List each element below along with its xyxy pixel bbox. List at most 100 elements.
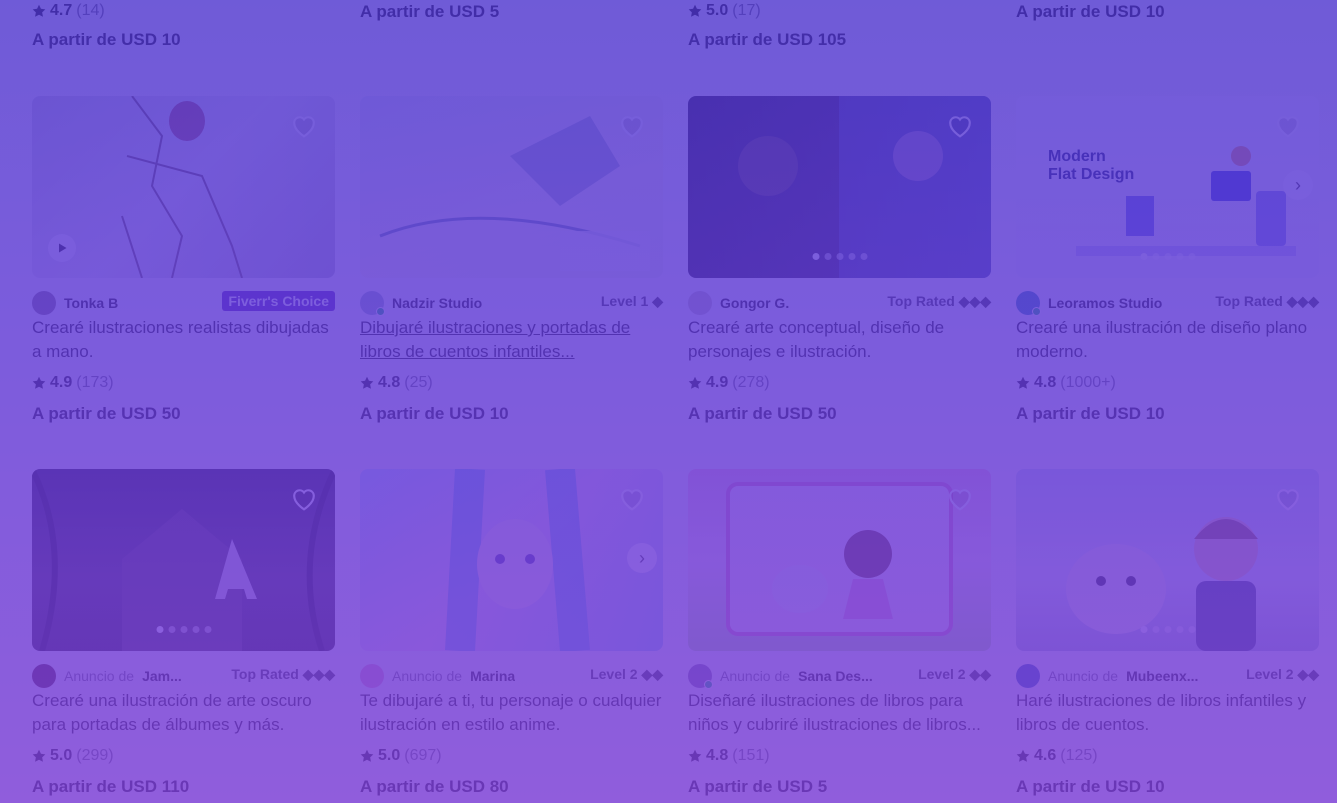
gig-title[interactable]: Te dibujaré a ti, tu personaje o cualqui… <box>360 689 663 737</box>
heart-outline-icon[interactable] <box>291 487 317 511</box>
gig-thumbnail[interactable] <box>688 469 991 651</box>
seller-name[interactable]: Jam... <box>142 668 182 684</box>
gig-price[interactable]: A partir de USD 5 <box>360 2 663 22</box>
avatar[interactable] <box>1016 664 1040 688</box>
gig-rating: 4.8 (1000+) <box>1016 372 1319 394</box>
gig-card[interactable]: Anuncio de Mubeenx... Level 2 ◆◆ Haré il… <box>1016 469 1319 797</box>
rating-score: 4.7 <box>50 2 73 19</box>
gig-title[interactable]: Diseñaré ilustraciones de libros para ni… <box>688 689 991 737</box>
avatar[interactable] <box>688 664 713 689</box>
avatar[interactable] <box>32 664 56 688</box>
gig-title[interactable]: Crearé una ilustración de arte oscuro pa… <box>32 689 335 737</box>
gig-thumbnail[interactable]: › <box>360 469 663 651</box>
gig-footer: A partir de USD 10 <box>1016 0 1319 22</box>
carousel-dot[interactable] <box>1188 626 1195 633</box>
heart-outline-icon[interactable] <box>1275 114 1301 138</box>
gig-rating: 4.9 (173) <box>32 372 335 394</box>
carousel-dot[interactable] <box>192 626 199 633</box>
avatar[interactable] <box>1016 291 1041 316</box>
gig-price[interactable]: A partir de USD 110 <box>32 777 335 797</box>
online-indicator <box>704 680 713 689</box>
heart-outline-icon[interactable] <box>619 114 645 138</box>
rating-score: 4.6 <box>1034 747 1057 764</box>
gig-card[interactable]: Anuncio de Jam... Top Rated ◆◆◆ Crearé u… <box>32 469 335 797</box>
seller-name[interactable]: Leoramos Studio <box>1048 295 1162 311</box>
carousel-dot[interactable] <box>1176 253 1183 260</box>
seller-name[interactable]: Marina <box>470 668 515 684</box>
carousel-dot[interactable] <box>812 253 819 260</box>
gig-card[interactable]: Gongor G. Top Rated ◆◆◆ Crearé arte conc… <box>688 96 991 424</box>
carousel-dot[interactable] <box>1176 626 1183 633</box>
gig-price[interactable]: A partir de USD 10 <box>360 404 663 424</box>
carousel-dot[interactable] <box>1152 626 1159 633</box>
carousel-dot[interactable] <box>156 626 163 633</box>
gig-title[interactable]: Crearé arte conceptual, diseño de person… <box>688 316 991 364</box>
carousel-dot[interactable] <box>1140 253 1147 260</box>
carousel-dot[interactable] <box>1152 253 1159 260</box>
rating-count: (697) <box>404 747 442 764</box>
gig-price[interactable]: A partir de USD 5 <box>688 777 991 797</box>
seller-name[interactable]: Tonka B <box>64 295 118 311</box>
gig-card[interactable]: Tonka B Fiverr's Choice Crearé ilustraci… <box>32 96 335 424</box>
gig-thumbnail[interactable] <box>32 469 335 651</box>
avatar[interactable] <box>32 291 56 315</box>
star-icon <box>1016 749 1030 762</box>
gig-price[interactable]: A partir de USD 105 <box>688 30 991 50</box>
heart-outline-icon[interactable] <box>291 114 317 138</box>
gig-title[interactable]: Haré ilustraciones de libros infantiles … <box>1016 689 1319 737</box>
seller-name[interactable]: Sana Des... <box>798 668 873 684</box>
gig-price[interactable]: A partir de USD 10 <box>32 30 335 50</box>
seller-info: Gongor G. Top Rated ◆◆◆ <box>688 290 991 316</box>
gig-price[interactable]: A partir de USD 80 <box>360 777 663 797</box>
carousel-dot[interactable] <box>824 253 831 260</box>
gig-card[interactable]: Anuncio de Sana Des... Level 2 ◆◆ Diseña… <box>688 469 991 797</box>
heart-outline-icon[interactable] <box>947 487 973 511</box>
gig-thumbnail[interactable] <box>688 96 991 278</box>
gig-thumbnail[interactable] <box>32 96 335 278</box>
heart-outline-icon[interactable] <box>619 487 645 511</box>
play-button[interactable] <box>48 234 76 262</box>
carousel-next-button[interactable]: › <box>627 543 657 573</box>
carousel-dot[interactable] <box>848 253 855 260</box>
gig-title[interactable]: Crearé ilustraciones realistas dibujadas… <box>32 316 335 364</box>
heart-outline-icon[interactable] <box>947 114 973 138</box>
seller-name[interactable]: Gongor G. <box>720 295 789 311</box>
carousel-dot[interactable] <box>1140 626 1147 633</box>
gig-card[interactable]: › Anuncio de Marina Level 2 ◆◆ Te dibuja… <box>360 469 663 797</box>
gig-thumbnail[interactable] <box>360 96 663 278</box>
carousel-dot[interactable] <box>836 253 843 260</box>
gig-price[interactable]: A partir de USD 50 <box>32 404 335 424</box>
seller-name[interactable]: Nadzir Studio <box>392 295 482 311</box>
avatar[interactable] <box>360 664 384 688</box>
gig-title[interactable]: Dibujaré ilustraciones y portadas de lib… <box>360 316 663 364</box>
rating-score: 4.8 <box>706 747 729 764</box>
carousel-dot[interactable] <box>1164 253 1171 260</box>
carousel-dot[interactable] <box>204 626 211 633</box>
gig-price[interactable]: A partir de USD 10 <box>1016 777 1319 797</box>
star-icon <box>1016 376 1030 389</box>
anime-illustration <box>445 469 590 651</box>
avatar[interactable] <box>688 291 712 315</box>
gig-thumbnail[interactable] <box>1016 469 1319 651</box>
flat-design-illustration <box>1076 146 1296 256</box>
online-indicator <box>376 307 385 316</box>
heart-outline-icon[interactable] <box>1275 487 1301 511</box>
gig-thumbnail[interactable]: Modern Flat Design › <box>1016 96 1319 278</box>
gig-price[interactable]: A partir de USD 10 <box>1016 404 1319 424</box>
gig-title[interactable]: Crearé una ilustración de diseño plano m… <box>1016 316 1319 364</box>
star-icon <box>688 749 702 762</box>
avatar[interactable] <box>360 291 385 316</box>
carousel-dot[interactable] <box>168 626 175 633</box>
carousel-dot[interactable] <box>860 253 867 260</box>
carousel-next-button[interactable]: › <box>1283 170 1313 200</box>
seller-info: Anuncio de Mubeenx... Level 2 ◆◆ <box>1016 663 1319 689</box>
gig-card[interactable]: Modern Flat Design › Leoramos Studio Top… <box>1016 96 1319 424</box>
seller-name[interactable]: Mubeenx... <box>1126 668 1198 684</box>
gig-price[interactable]: A partir de USD 50 <box>688 404 991 424</box>
gig-card[interactable]: Nadzir Studio Level 1 ◆ Dibujaré ilustra… <box>360 96 663 424</box>
gig-price[interactable]: A partir de USD 10 <box>1016 2 1319 22</box>
gig-rating: 5.0 (697) <box>360 745 663 767</box>
carousel-dot[interactable] <box>1164 626 1171 633</box>
carousel-dot[interactable] <box>180 626 187 633</box>
carousel-dot[interactable] <box>1188 253 1195 260</box>
